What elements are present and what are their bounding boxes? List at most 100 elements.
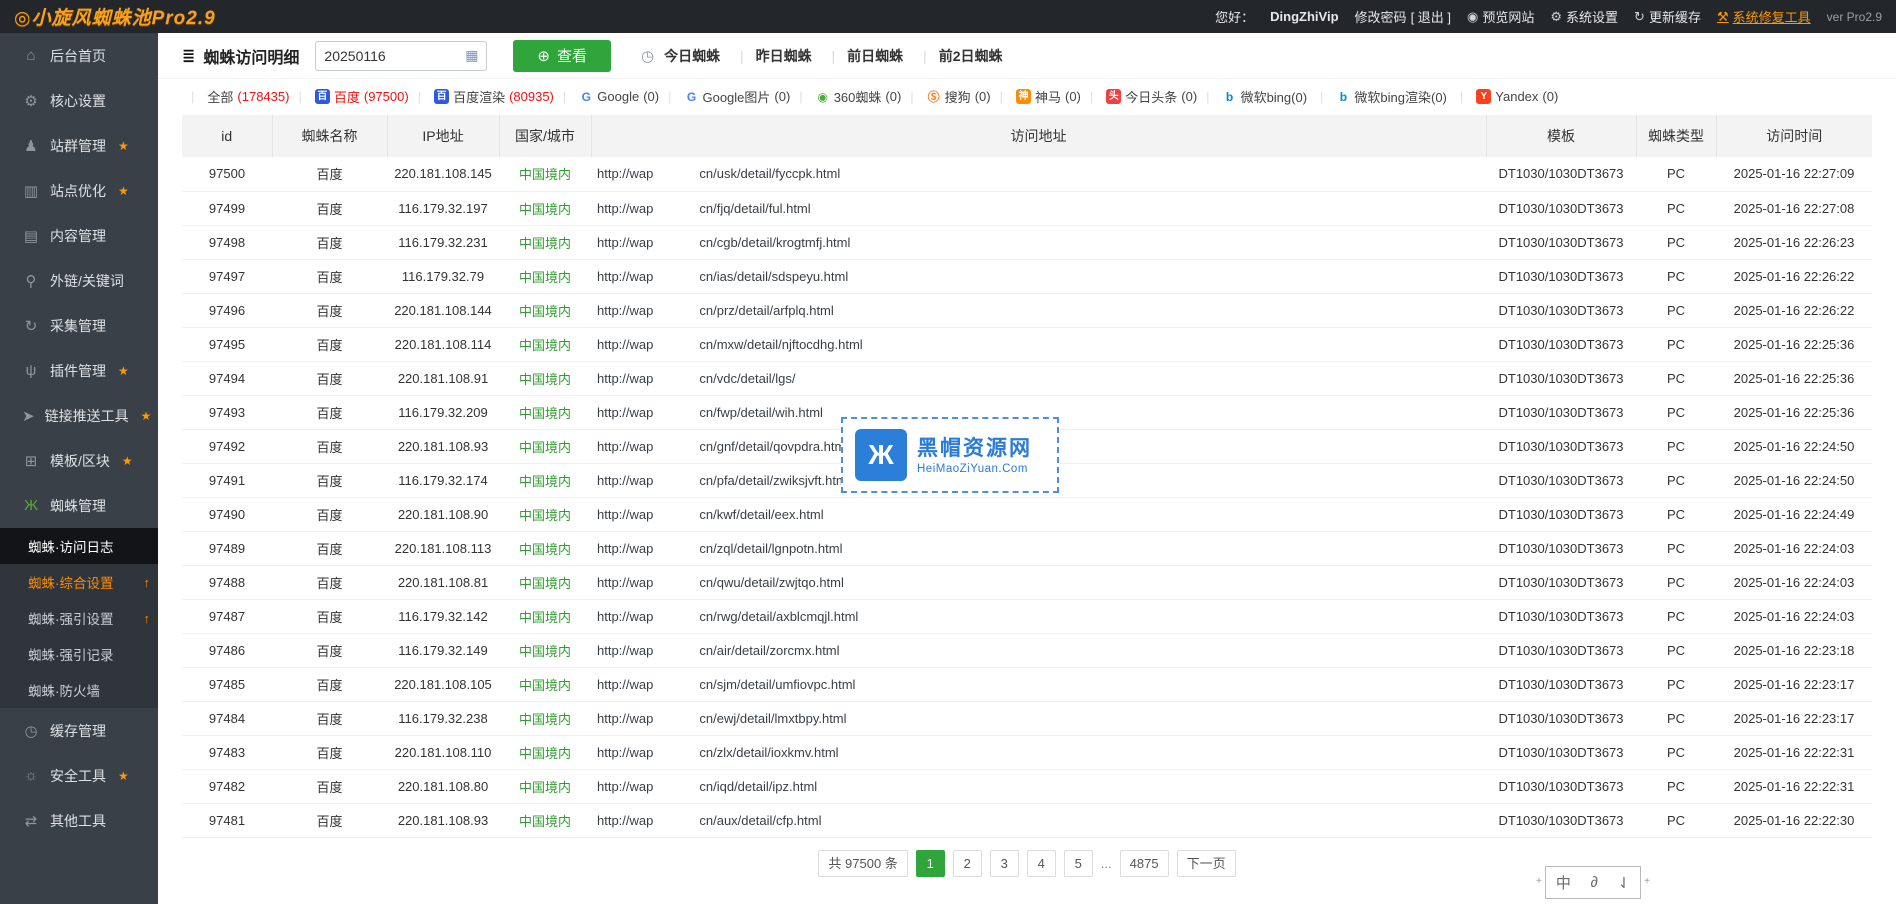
cell-id: 97486 xyxy=(182,633,272,667)
sidebar-bottom-menu: ◷ 缓存管理 ☼ 安全工具 ★ ⇄ 其他工具 xyxy=(0,708,158,843)
sidebar-item[interactable]: ➤ 链接推送工具 ★ xyxy=(0,393,158,438)
sidebar-item[interactable]: ◷ 缓存管理 xyxy=(0,708,158,753)
spider-filter-icon: 百 xyxy=(434,89,449,104)
page-number[interactable]: 4 xyxy=(1027,850,1056,877)
cell-spider-type: PC xyxy=(1636,531,1716,565)
cell-spider-type: PC xyxy=(1636,633,1716,667)
url-prefix: http://wap xyxy=(597,235,653,250)
spider-filter[interactable]: b 微软bing渲染(0) xyxy=(1311,87,1451,106)
quick-link[interactable]: 前2日蜘蛛 xyxy=(909,48,1004,64)
cell-url: http://wapcn/aux/detail/cfp.html xyxy=(591,803,1486,837)
sidebar-subitem[interactable]: 蜘蛛·防火墙 xyxy=(0,672,158,708)
cell-template: DT1030/1030DT3673 xyxy=(1486,293,1636,327)
sidebar-item[interactable]: ⚙ 核心设置 xyxy=(0,78,158,123)
spider-filter[interactable]: Ⓢ 搜狗 (0) xyxy=(901,87,990,106)
cell-ip: 116.179.32.149 xyxy=(387,633,499,667)
spider-filter-icon: Y xyxy=(1476,89,1491,104)
spider-filter[interactable]: 全部 (178435) xyxy=(182,87,289,106)
col-header-ip: IP地址 xyxy=(387,115,499,157)
spider-filter-count: (178435) xyxy=(237,89,289,104)
cell-spider-name: 百度 xyxy=(272,429,387,463)
quick-link[interactable]: 昨日蜘蛛 xyxy=(726,48,814,64)
page-number[interactable]: 3 xyxy=(990,850,1019,877)
cell-spider-type: PC xyxy=(1636,667,1716,701)
sidebar-item[interactable]: ▥ 站点优化 ★ xyxy=(0,168,158,213)
url-prefix: http://wap xyxy=(597,337,653,352)
cell-visit-time: 2025-01-16 22:23:17 xyxy=(1716,667,1872,701)
sidebar-item[interactable]: ⇄ 其他工具 xyxy=(0,798,158,843)
cell-spider-type: PC xyxy=(1636,361,1716,395)
sidebar-subitem[interactable]: 蜘蛛·综合设置 ↑ xyxy=(0,564,158,600)
sidebar-item-label: 安全工具 xyxy=(50,766,106,786)
repair-tool-link[interactable]: ⚒ 系统修复工具 xyxy=(1717,7,1811,26)
cell-url: http://wapcn/fjq/detail/ful.html xyxy=(591,191,1486,225)
table-row: 97499 百度 116.179.32.197 中国境内 http://wapc… xyxy=(182,191,1872,225)
cell-visit-time: 2025-01-16 22:24:03 xyxy=(1716,531,1872,565)
system-settings-link[interactable]: ⚙ 系统设置 xyxy=(1550,7,1618,26)
next-page-button[interactable]: 下一页 xyxy=(1177,850,1236,877)
sidebar-item[interactable]: ⊞ 模板/区块 ★ xyxy=(0,438,158,483)
stamp-glyph: ∂ xyxy=(1591,874,1598,891)
quick-link[interactable]: 今日蜘蛛 xyxy=(662,48,722,64)
quick-link[interactable]: 前日蜘蛛 xyxy=(818,48,906,64)
sidebar-item[interactable]: ♟ 站群管理 ★ xyxy=(0,123,158,168)
cell-template: DT1030/1030DT3673 xyxy=(1486,667,1636,701)
spider-filter[interactable]: 百 百度 (97500) xyxy=(289,87,408,106)
url-path: cn/usk/detail/fyccpk.html xyxy=(699,166,840,181)
spider-filter[interactable]: G Google (0) xyxy=(554,89,659,104)
table-row: 97489 百度 220.181.108.113 中国境内 http://wap… xyxy=(182,531,1872,565)
cell-visit-time: 2025-01-16 22:27:08 xyxy=(1716,191,1872,225)
spider-filter[interactable]: G Google图片 (0) xyxy=(659,87,790,106)
calendar-icon[interactable]: ▦ xyxy=(465,47,478,64)
sidebar-item-icon: ⌂ xyxy=(22,47,40,64)
last-page-number[interactable]: 4875 xyxy=(1120,850,1169,877)
page-number[interactable]: 2 xyxy=(953,850,982,877)
page-number[interactable]: 5 xyxy=(1064,850,1093,877)
sidebar-item[interactable]: ⌂ 后台首页 xyxy=(0,33,158,78)
sidebar-item[interactable]: ⚲ 外链/关键词 xyxy=(0,258,158,303)
spider-filter-bar: 全部 (178435) 百 百度 (97500) 百 百度渲染 (80935) … xyxy=(158,79,1896,115)
sidebar-item[interactable]: ψ 插件管理 ★ xyxy=(0,348,158,393)
sidebar-item-label: 外链/关键词 xyxy=(50,271,124,291)
view-button[interactable]: ⊕ 查看 xyxy=(513,40,611,72)
cell-visit-time: 2025-01-16 22:24:03 xyxy=(1716,599,1872,633)
cell-url: http://wapcn/kwf/detail/eex.html xyxy=(591,497,1486,531)
cell-url: http://wapcn/cgb/detail/krogtmfj.html xyxy=(591,225,1486,259)
spider-filter-count: (80935) xyxy=(509,89,554,104)
sidebar-subitem[interactable]: 蜘蛛·访问日志 xyxy=(0,528,158,564)
spider-filter[interactable]: ◉ 360蜘蛛 (0) xyxy=(790,87,901,106)
sidebar-subitem[interactable]: 蜘蛛·强引记录 xyxy=(0,636,158,672)
cell-spider-type: PC xyxy=(1636,259,1716,293)
col-header-spider-type: 蜘蛛类型 xyxy=(1636,115,1716,157)
page-number[interactable]: 1 xyxy=(916,850,945,877)
date-input[interactable]: 20250116 ▦ xyxy=(315,41,487,71)
sidebar-item[interactable]: ↻ 采集管理 xyxy=(0,303,158,348)
cell-url: http://wapcn/vdc/detail/lgs/ xyxy=(591,361,1486,395)
change-password-link[interactable]: 修改密码 [ 退出 ] xyxy=(1355,7,1451,26)
spider-filter[interactable]: Y Yandex (0) xyxy=(1451,89,1558,104)
spider-filter-count: (0) xyxy=(1181,89,1197,104)
preview-site-link[interactable]: ◉ 预览网站 xyxy=(1467,7,1534,26)
spider-filter[interactable]: 神 神马 (0) xyxy=(991,87,1081,106)
spider-filter[interactable]: 百 百度渲染 (80935) xyxy=(409,87,554,106)
spider-filter-icon: 神 xyxy=(1016,89,1031,104)
sidebar-item[interactable]: ☼ 安全工具 ★ xyxy=(0,753,158,798)
update-cache-link[interactable]: ↻ 更新缓存 xyxy=(1634,7,1701,26)
cell-template: DT1030/1030DT3673 xyxy=(1486,769,1636,803)
sidebar-item[interactable]: ▤ 内容管理 xyxy=(0,213,158,258)
sidebar-item[interactable]: Ж 蜘蛛管理 xyxy=(0,483,158,528)
sidebar-item-label: 链接推送工具 xyxy=(45,406,129,426)
cell-template: DT1030/1030DT3673 xyxy=(1486,735,1636,769)
logout-link[interactable]: [ 退出 ] xyxy=(1411,7,1451,26)
stamp-glyph: 中 xyxy=(1556,872,1571,893)
cell-spider-name: 百度 xyxy=(272,191,387,225)
url-path: cn/rwg/detail/axblcmqjl.html xyxy=(699,609,858,624)
spider-filter[interactable]: 头 今日头条 (0) xyxy=(1081,87,1197,106)
url-path: cn/zql/detail/lgnpotn.html xyxy=(699,541,842,556)
cell-spider-name: 百度 xyxy=(272,157,387,191)
cell-template: DT1030/1030DT3673 xyxy=(1486,429,1636,463)
url-path: cn/mxw/detail/njftocdhg.html xyxy=(699,337,862,352)
sidebar-subitem[interactable]: 蜘蛛·强引设置 ↑ xyxy=(0,600,158,636)
spider-filter[interactable]: b 微软bing(0) xyxy=(1197,87,1311,106)
sidebar-item-icon: ♟ xyxy=(22,137,40,155)
